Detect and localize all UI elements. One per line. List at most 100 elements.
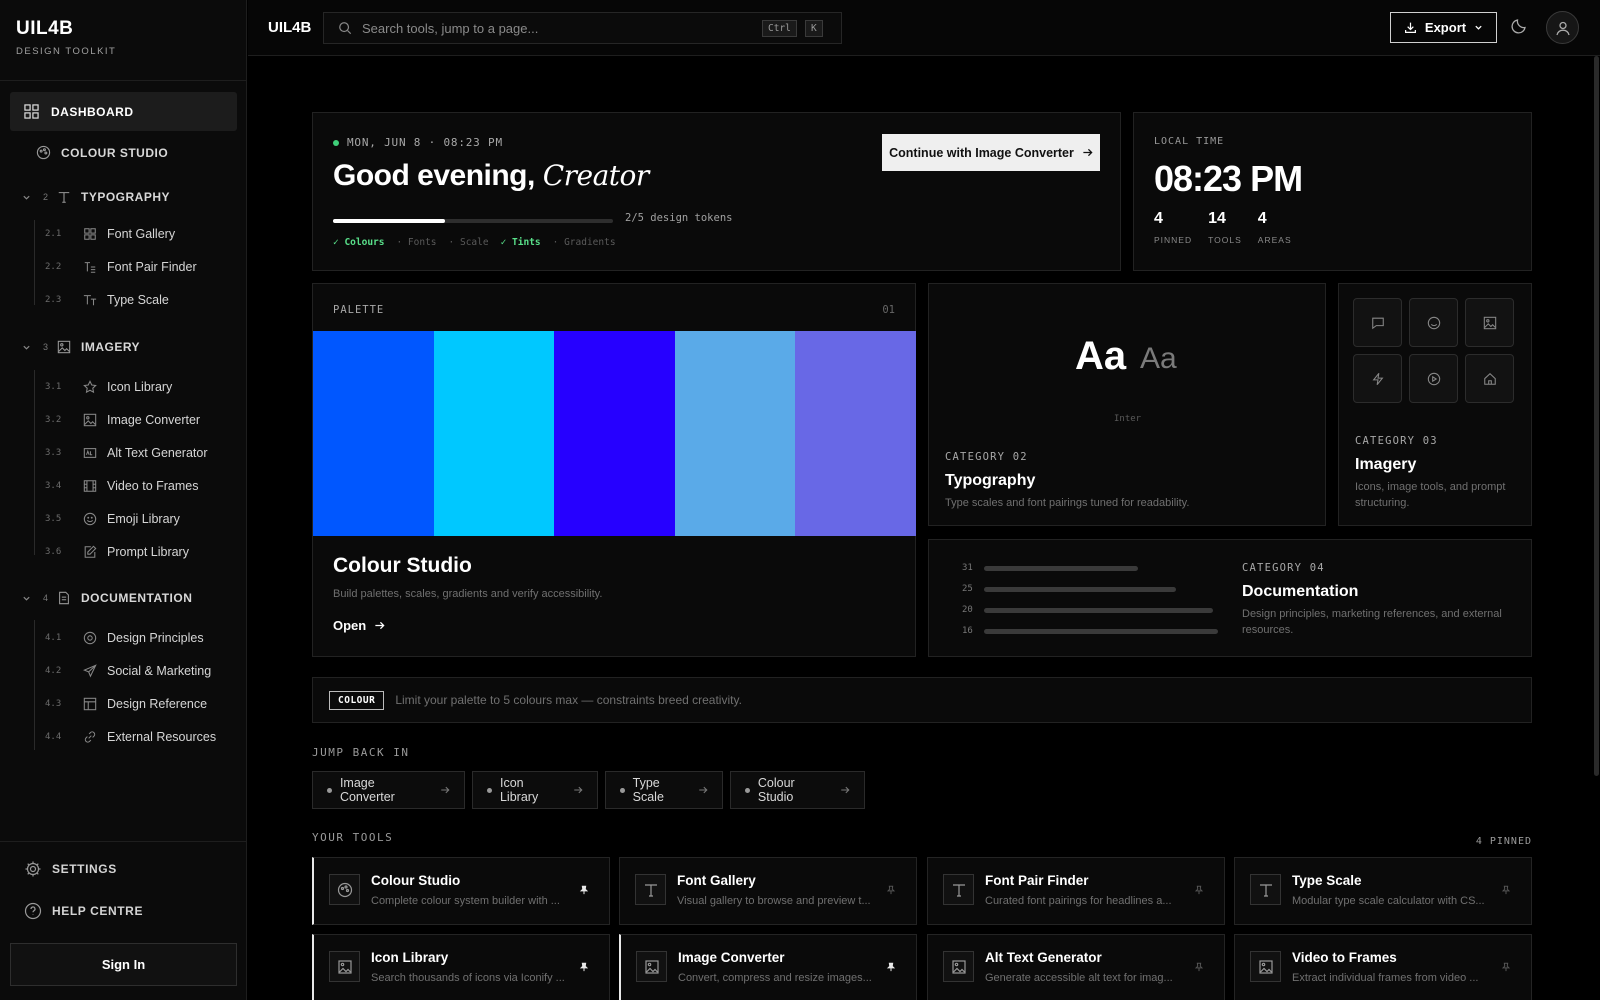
send-icon <box>83 664 97 678</box>
export-button[interactable]: Export <box>1390 12 1497 43</box>
jump-chip-type-scale[interactable]: Type Scale <box>605 771 723 809</box>
nav-section-documentation[interactable]: 4 DOCUMENTATION <box>22 591 192 605</box>
section-label: DOCUMENTATION <box>81 591 193 605</box>
tool-card[interactable]: Font Gallery Visual gallery to browse and… <box>619 857 917 925</box>
local-time-panel: LOCAL TIME 08:23 PM 4 PINNED 14 TOOLS 4 … <box>1133 112 1532 271</box>
chip-dot <box>327 787 332 793</box>
tool-card[interactable]: Alt Text Generator Generate accessible al… <box>927 934 1225 1000</box>
download-icon <box>1404 21 1417 34</box>
doc-row: 25 <box>962 584 1176 594</box>
pin-icon[interactable] <box>1194 885 1204 895</box>
tool-card[interactable]: Font Pair Finder Curated font pairings fo… <box>927 857 1225 925</box>
tool-name: Font Gallery <box>677 873 756 888</box>
help-centre-link[interactable]: HELP CENTRE <box>24 902 143 920</box>
tool-card[interactable]: Colour Studio Complete colour system buil… <box>312 857 610 925</box>
sign-in-button[interactable]: Sign In <box>10 943 237 986</box>
stat-tools: 14 TOOLS <box>1208 210 1242 245</box>
palette-swatch[interactable] <box>554 331 675 536</box>
document-icon <box>57 591 71 605</box>
sidebar-item-social-marketing[interactable]: 4.2 Social & Marketing <box>45 661 211 681</box>
arrow-right-icon <box>374 620 385 631</box>
pin-icon[interactable] <box>579 885 589 895</box>
pin-icon[interactable] <box>1194 962 1204 972</box>
palette-swatch[interactable] <box>795 331 916 536</box>
sidebar-item-image-converter[interactable]: 3.2 Image Converter <box>45 410 200 430</box>
doc-row: 31 <box>962 563 1138 573</box>
chevron-down-icon <box>22 343 31 352</box>
pin-icon[interactable] <box>1501 962 1511 972</box>
nav-section-typography[interactable]: 2 TYPOGRAPHY <box>22 190 170 204</box>
typography-sample-bold: Aa <box>1075 334 1127 378</box>
nav-colour-studio[interactable]: COLOUR STUDIO <box>36 145 168 160</box>
stat-value: 4 <box>1257 210 1267 227</box>
edit-icon <box>83 545 97 559</box>
pin-icon[interactable] <box>886 962 896 972</box>
open-link[interactable]: Open <box>333 618 385 633</box>
arrow-right-icon <box>573 785 583 795</box>
jump-chip-colour-studio[interactable]: Colour Studio <box>730 771 865 809</box>
palette-swatch[interactable] <box>433 331 555 536</box>
sidebar-item-alt-text-generator[interactable]: 3.3 Alt Text Generator <box>45 443 208 463</box>
tip-banner: COLOUR Limit your palette to 5 colours m… <box>312 677 1532 723</box>
sidebar-item-video-to-frames[interactable]: 3.4 Video to Frames <box>45 476 198 496</box>
sidebar-item-design-reference[interactable]: 4.3 Design Reference <box>45 694 207 714</box>
brand: UIL4B DESIGN TOOLKIT <box>0 0 246 81</box>
tool-card[interactable]: Image Converter Convert, compress and res… <box>619 934 917 1000</box>
pinned-count: 4 PINNED <box>1475 836 1532 847</box>
continue-button[interactable]: Continue with Image Converter <box>882 134 1100 171</box>
card-title: Documentation <box>1242 583 1359 600</box>
tool-card[interactable]: Type Scale Modular type scale calculator … <box>1234 857 1532 925</box>
documentation-card[interactable]: 31 25 20 16 CATEGORY 04 Documentation De… <box>928 539 1532 657</box>
sidebar-item-font-pair-finder[interactable]: 2.2 Font Pair Finder <box>45 257 197 277</box>
arrow-right-icon <box>840 785 850 795</box>
doc-row: 16 <box>962 626 1218 636</box>
topbar: UIL4B Search tools, jump to a page... Ct… <box>248 0 1600 56</box>
stat-value: 4 <box>1154 210 1163 227</box>
tree-line <box>34 620 35 750</box>
pin-icon[interactable] <box>579 962 589 972</box>
stat-label: PINNED <box>1154 235 1193 245</box>
palette-swatch[interactable] <box>313 331 434 536</box>
doc-row-bar <box>984 607 1213 613</box>
section-number: 2 <box>43 192 49 202</box>
tool-card[interactable]: Video to Frames Extract individual frames… <box>1234 934 1532 1000</box>
jump-chip-image-converter[interactable]: Image Converter <box>312 771 465 809</box>
jump-chip-icon-library[interactable]: Icon Library <box>472 771 598 809</box>
doc-row-bar <box>984 565 1138 571</box>
settings-link[interactable]: SETTINGS <box>24 860 117 878</box>
typography-card[interactable]: Aa Aa Inter CATEGORY 02 Typography Type … <box>928 283 1326 526</box>
image-icon <box>636 951 667 982</box>
sidebar-item-design-principles[interactable]: 4.1 Design Principles <box>45 628 204 648</box>
sidebar-item-external-resources[interactable]: 4.4 External Resources <box>45 727 216 747</box>
scrollbar[interactable] <box>1594 56 1599 776</box>
palette-icon <box>329 874 360 905</box>
pin-icon[interactable] <box>1501 885 1511 895</box>
doc-row-number: 31 <box>962 563 973 573</box>
section-number: 3 <box>43 342 49 352</box>
sidebar-item-prompt-library[interactable]: 3.6 Prompt Library <box>45 542 189 562</box>
sidebar-item-type-scale[interactable]: 2.3 Type Scale <box>45 290 169 310</box>
pin-icon[interactable] <box>886 885 896 895</box>
sidebar-item-font-gallery[interactable]: 2.1 Font Gallery <box>45 224 175 244</box>
type-icon <box>1250 874 1281 905</box>
type-scale-icon <box>83 293 97 307</box>
export-label: Export <box>1424 20 1467 35</box>
colour-studio-card[interactable]: PALETTE 01 Colour Studio Build palettes,… <box>312 283 916 657</box>
theme-toggle-moon-icon[interactable] <box>1510 17 1528 35</box>
doc-row-number: 16 <box>962 626 973 636</box>
nav-dashboard[interactable]: DASHBOARD <box>10 92 237 131</box>
palette-swatch[interactable] <box>674 331 796 536</box>
imagery-card[interactable]: CATEGORY 03 Imagery Icons, image tools, … <box>1338 283 1532 526</box>
search-input[interactable]: Search tools, jump to a page... Ctrl K <box>323 12 842 44</box>
card-description: Design principles, marketing references,… <box>1242 608 1502 636</box>
doc-row-number: 25 <box>962 584 973 594</box>
sidebar-item-icon-library[interactable]: 3.1 Icon Library <box>45 377 172 397</box>
tool-name: Type Scale <box>1292 873 1362 888</box>
brand-subtitle: DESIGN TOOLKIT <box>16 46 117 57</box>
user-avatar[interactable] <box>1546 11 1579 44</box>
sidebar-item-emoji-library[interactable]: 3.5 Emoji Library <box>45 509 180 529</box>
tool-card[interactable]: Icon Library Search thousands of icons vi… <box>312 934 610 1000</box>
tool-name: Colour Studio <box>371 873 461 888</box>
nav-section-imagery[interactable]: 3 IMAGERY <box>22 340 140 354</box>
chip-label: Image Converter <box>339 776 395 804</box>
